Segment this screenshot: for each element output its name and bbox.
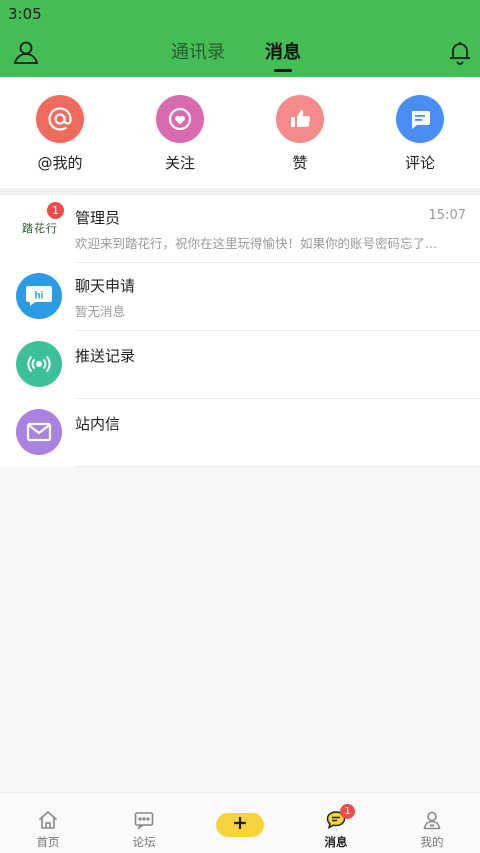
message-title: 推送记录 [75,347,136,365]
message-preview: 暂无消息 [75,304,126,319]
message-title: 管理员 [75,209,121,227]
nav-messages[interactable]: 1 消息 [296,793,376,853]
message-preview: 欢迎来到踏花行，祝你在这里玩得愉快！如果你的账号密码忘了... [75,236,437,251]
nav-label: 首页 [36,835,60,849]
nav-mine[interactable]: 我的 [392,793,472,853]
shortcut-label: 赞 [292,154,308,172]
list-item-chat-request[interactable]: hi 聊天申请 暂无消息 [0,263,480,331]
shortcut-at-me[interactable]: @我的 [20,95,100,173]
message-title: 聊天申请 [75,277,136,295]
section-divider [0,188,480,195]
nav-home[interactable]: 首页 [8,793,88,853]
hi-icon: hi [16,273,62,319]
tab-contacts[interactable]: 通讯录 [171,38,225,64]
nav-unread-badge: 1 [340,804,355,819]
bottom-nav: 首页 论坛 1 消息 我的 [0,792,480,853]
message-title: 站内信 [75,415,121,433]
message-list: 踏花行 1 管理员 15:07 欢迎来到踏花行，祝你在这里玩得愉快！如果你的账号… [0,195,480,467]
at-icon [36,95,84,143]
svg-text:hi: hi [35,291,44,302]
shortcut-label: 评论 [404,154,435,172]
plus-button[interactable] [216,813,264,837]
plus-icon [232,815,248,835]
comment-icon [396,95,444,143]
nav-label: 我的 [420,835,444,849]
nav-forum[interactable]: 论坛 [104,793,184,853]
avatar-logo-text: 踏花行 [22,222,58,235]
row-divider [74,466,480,467]
nav-label: 论坛 [132,835,156,849]
mail-icon [16,409,62,455]
thumbs-up-icon [276,95,324,143]
shortcut-row: @我的 关注 赞 评论 [0,77,480,188]
nav-label: 消息 [324,835,348,849]
shortcut-like[interactable]: 赞 [260,95,340,173]
shortcut-follow[interactable]: 关注 [140,95,220,173]
home-icon [37,809,59,831]
heart-icon [156,95,204,143]
app-header: 3:05 通讯录 消息 [0,0,480,77]
user-icon [421,809,443,831]
shortcut-label: 关注 [164,154,195,172]
list-item-inbox[interactable]: 站内信 [0,399,480,467]
active-tab-indicator [274,69,292,72]
list-item-push-records[interactable]: 推送记录 [0,331,480,399]
unread-badge: 1 [47,202,64,219]
forum-icon [133,809,155,831]
shortcut-label: @我的 [37,154,83,172]
tab-messages[interactable]: 消息 [265,38,301,64]
header-tabs: 通讯录 消息 [0,38,480,72]
status-time: 3:05 [8,5,42,23]
shortcut-comment[interactable]: 评论 [380,95,460,173]
list-item-admin[interactable]: 踏花行 1 管理员 15:07 欢迎来到踏花行，祝你在这里玩得愉快！如果你的账号… [0,195,480,263]
message-time: 15:07 [428,208,466,223]
bell-icon[interactable] [446,38,474,66]
broadcast-icon [16,341,62,387]
